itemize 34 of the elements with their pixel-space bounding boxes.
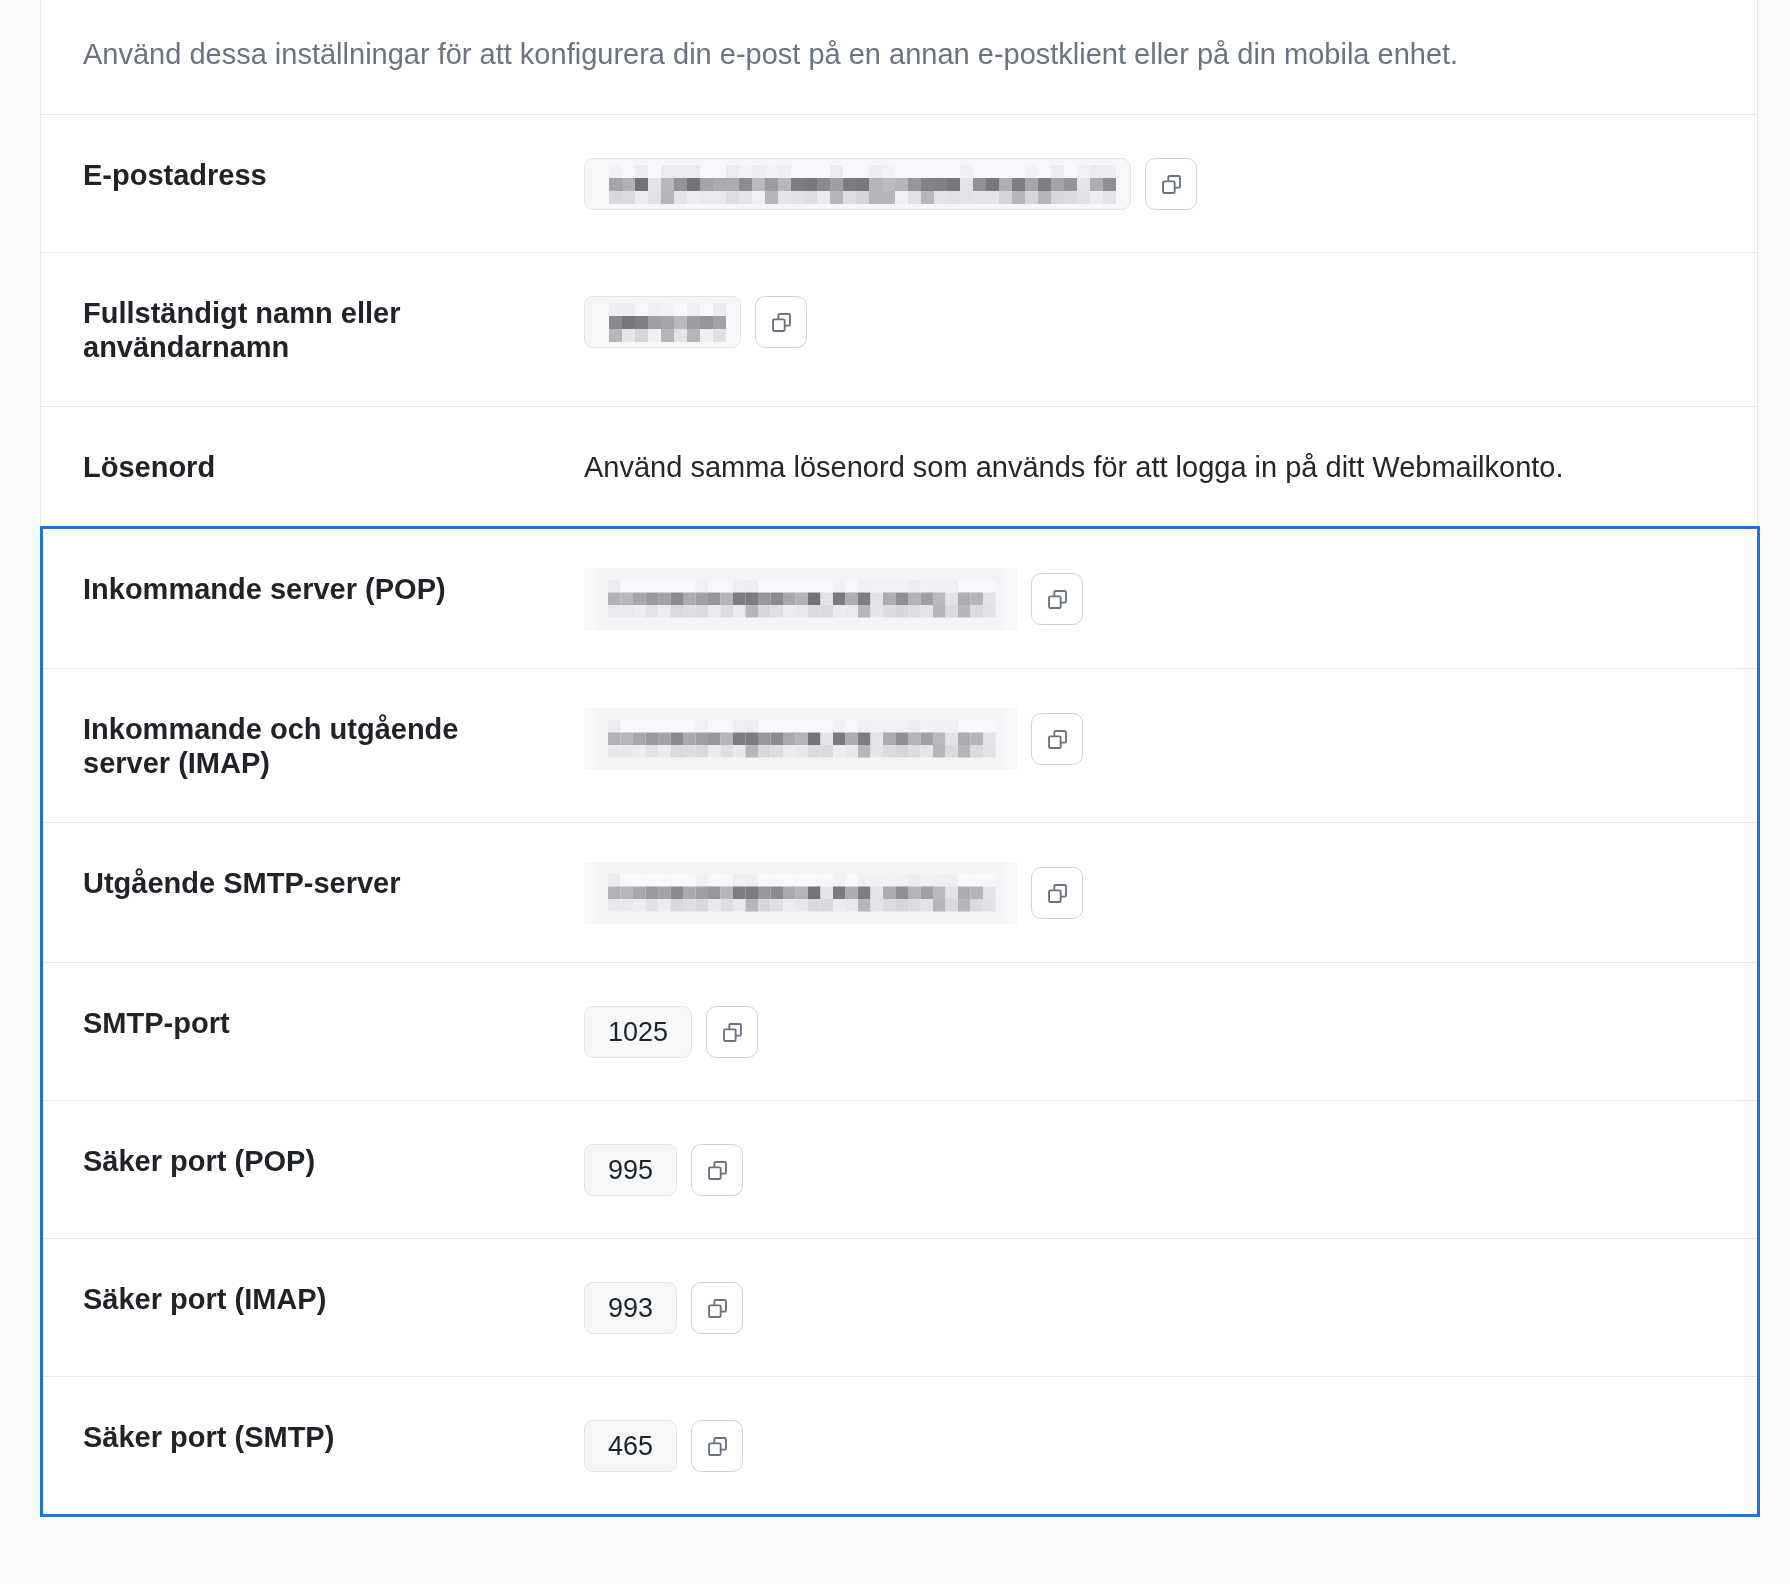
copy-icon [1161, 174, 1181, 194]
value-field: 993 [584, 1282, 678, 1334]
copy-button[interactable] [706, 1006, 759, 1058]
value-field: 1025 [584, 1006, 693, 1058]
copy-button[interactable] [1145, 158, 1197, 210]
copy-button[interactable] [691, 1420, 744, 1472]
field-label: SMTP-port [83, 1006, 230, 1040]
field-label: Inkommande server (POP) [83, 572, 446, 606]
copy-button[interactable] [691, 1282, 744, 1334]
copy-button[interactable] [691, 1144, 744, 1196]
field-label: Inkommande och utgående server (IMAP) [83, 712, 460, 780]
copy-icon [1047, 883, 1067, 903]
section-description: Använd dessa inställningar för att konfigurera din e-post på en annan e-postklient eller på din mobila enhet. [83, 37, 1460, 71]
field-label: Fullständigt namn eller användarnamn [83, 296, 402, 364]
field-label: Säker port (POP) [83, 1144, 316, 1178]
field-label: Utgående SMTP-server [83, 866, 401, 900]
field-label: Säker port (SMTP) [83, 1420, 335, 1454]
copy-button[interactable] [1031, 573, 1083, 625]
copy-icon [1047, 589, 1067, 609]
copy-button[interactable] [755, 296, 807, 348]
copy-icon [707, 1160, 727, 1180]
copy-icon [771, 312, 791, 332]
value-field: 995 [584, 1144, 678, 1196]
copy-button[interactable] [1031, 713, 1083, 765]
copy-icon [1047, 729, 1067, 749]
copy-button[interactable] [1031, 867, 1083, 919]
copy-icon [707, 1436, 727, 1456]
field-label: Säker port (IMAP) [83, 1282, 327, 1316]
note-text: Använd samma lösenord som används för att logga in på ditt Webmailkonto. [584, 450, 1564, 484]
copy-icon [707, 1298, 727, 1318]
copy-icon [722, 1022, 742, 1042]
value-field: 465 [584, 1420, 678, 1472]
field-label: Lösenord [83, 450, 216, 484]
field-label: E-postadress [83, 158, 267, 192]
